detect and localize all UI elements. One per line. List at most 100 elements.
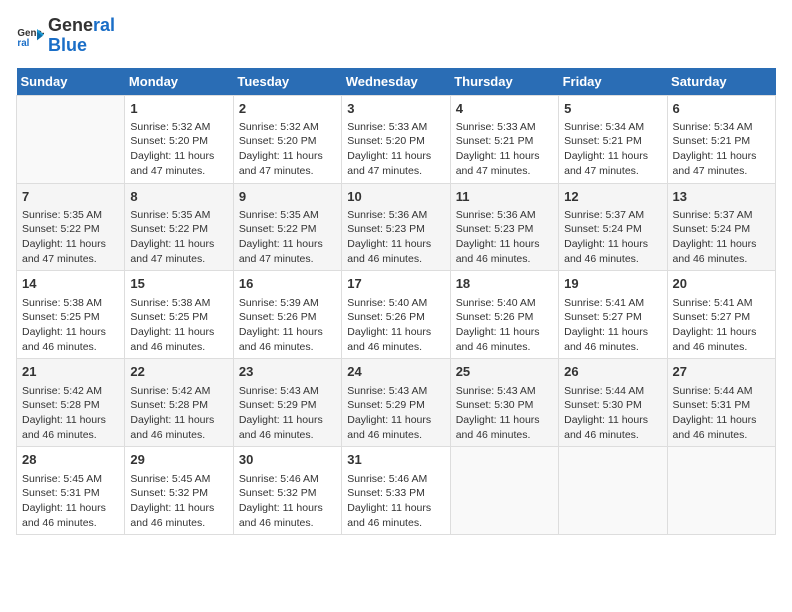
day-info: Sunrise: 5:38 AM Sunset: 5:25 PM Dayligh… xyxy=(22,296,119,355)
calendar-cell: 4 Sunrise: 5:33 AM Sunset: 5:21 PM Daylig… xyxy=(450,95,558,183)
calendar-cell: 16 Sunrise: 5:39 AM Sunset: 5:26 PM Dayli… xyxy=(233,271,341,359)
day-info: Sunrise: 5:45 AM Sunset: 5:31 PM Dayligh… xyxy=(22,472,119,531)
day-number: 26 xyxy=(564,363,661,381)
day-info: Sunrise: 5:32 AM Sunset: 5:20 PM Dayligh… xyxy=(239,120,336,179)
day-info: Sunrise: 5:34 AM Sunset: 5:21 PM Dayligh… xyxy=(673,120,770,179)
calendar-cell: 27 Sunrise: 5:44 AM Sunset: 5:31 PM Dayli… xyxy=(667,359,775,447)
calendar-cell: 19 Sunrise: 5:41 AM Sunset: 5:27 PM Dayli… xyxy=(559,271,667,359)
calendar-cell: 15Sunrise: 5:38 AM Sunset: 5:25 PM Dayli… xyxy=(125,271,233,359)
day-header-tuesday: Tuesday xyxy=(233,68,341,96)
day-info: Sunrise: 5:46 AM Sunset: 5:32 PM Dayligh… xyxy=(239,472,336,531)
calendar-cell: 10 Sunrise: 5:36 AM Sunset: 5:23 PM Dayli… xyxy=(342,183,450,271)
day-header-sunday: Sunday xyxy=(17,68,125,96)
day-header-friday: Friday xyxy=(559,68,667,96)
day-info: Sunrise: 5:41 AM Sunset: 5:27 PM Dayligh… xyxy=(673,296,770,355)
day-info: Sunrise: 5:40 AM Sunset: 5:26 PM Dayligh… xyxy=(347,296,444,355)
day-header-saturday: Saturday xyxy=(667,68,775,96)
calendar-cell: 17 Sunrise: 5:40 AM Sunset: 5:26 PM Dayli… xyxy=(342,271,450,359)
day-number: 28 xyxy=(22,451,119,469)
calendar-cell: 22Sunrise: 5:42 AM Sunset: 5:28 PM Dayli… xyxy=(125,359,233,447)
calendar-cell: 30Sunrise: 5:46 AM Sunset: 5:32 PM Dayli… xyxy=(233,447,341,535)
calendar-cell: 13 Sunrise: 5:37 AM Sunset: 5:24 PM Dayli… xyxy=(667,183,775,271)
logo: Gene- ral GeneralBlue xyxy=(16,16,115,56)
calendar-cell: 23 Sunrise: 5:43 AM Sunset: 5:29 PM Dayli… xyxy=(233,359,341,447)
day-number: 4 xyxy=(456,100,553,118)
day-number: 20 xyxy=(673,275,770,293)
day-number: 25 xyxy=(456,363,553,381)
calendar-cell: 28 Sunrise: 5:45 AM Sunset: 5:31 PM Dayli… xyxy=(17,447,125,535)
day-number: 14 xyxy=(22,275,119,293)
logo-text: GeneralBlue xyxy=(48,16,115,56)
logo-icon: Gene- ral xyxy=(16,22,44,50)
calendar-cell: 1 Sunrise: 5:32 AM Sunset: 5:20 PM Daylig… xyxy=(125,95,233,183)
day-header-thursday: Thursday xyxy=(450,68,558,96)
day-header-monday: Monday xyxy=(125,68,233,96)
day-number: 9 xyxy=(239,188,336,206)
day-info: Sunrise: 5:41 AM Sunset: 5:27 PM Dayligh… xyxy=(564,296,661,355)
day-info: Sunrise: 5:37 AM Sunset: 5:24 PM Dayligh… xyxy=(564,208,661,267)
day-number: 21 xyxy=(22,363,119,381)
day-number: 11 xyxy=(456,188,553,206)
day-number: 23 xyxy=(239,363,336,381)
calendar-cell: 20 Sunrise: 5:41 AM Sunset: 5:27 PM Dayli… xyxy=(667,271,775,359)
calendar-cell: 7 Sunrise: 5:35 AM Sunset: 5:22 PM Daylig… xyxy=(17,183,125,271)
calendar-cell: 2 Sunrise: 5:32 AM Sunset: 5:20 PM Daylig… xyxy=(233,95,341,183)
page-header: Gene- ral GeneralBlue xyxy=(16,16,776,56)
svg-text:ral: ral xyxy=(17,38,29,49)
day-number: 27 xyxy=(673,363,770,381)
day-info: Sunrise: 5:44 AM Sunset: 5:30 PM Dayligh… xyxy=(564,384,661,443)
day-info: Sunrise: 5:38 AM Sunset: 5:25 PM Dayligh… xyxy=(130,296,227,355)
calendar-table: SundayMondayTuesdayWednesdayThursdayFrid… xyxy=(16,68,776,536)
calendar-cell xyxy=(17,95,125,183)
day-number: 12 xyxy=(564,188,661,206)
day-info: Sunrise: 5:36 AM Sunset: 5:23 PM Dayligh… xyxy=(456,208,553,267)
day-info: Sunrise: 5:46 AM Sunset: 5:33 PM Dayligh… xyxy=(347,472,444,531)
calendar-cell: 14 Sunrise: 5:38 AM Sunset: 5:25 PM Dayli… xyxy=(17,271,125,359)
day-number: 2 xyxy=(239,100,336,118)
day-info: Sunrise: 5:43 AM Sunset: 5:29 PM Dayligh… xyxy=(347,384,444,443)
calendar-cell: 21 Sunrise: 5:42 AM Sunset: 5:28 PM Dayli… xyxy=(17,359,125,447)
day-number: 5 xyxy=(564,100,661,118)
calendar-week-2: 7 Sunrise: 5:35 AM Sunset: 5:22 PM Daylig… xyxy=(17,183,776,271)
calendar-cell: 24 Sunrise: 5:43 AM Sunset: 5:29 PM Dayli… xyxy=(342,359,450,447)
day-number: 8 xyxy=(130,188,227,206)
day-info: Sunrise: 5:39 AM Sunset: 5:26 PM Dayligh… xyxy=(239,296,336,355)
day-number: 24 xyxy=(347,363,444,381)
day-info: Sunrise: 5:45 AM Sunset: 5:32 PM Dayligh… xyxy=(130,472,227,531)
day-number: 29 xyxy=(130,451,227,469)
day-number: 13 xyxy=(673,188,770,206)
day-info: Sunrise: 5:37 AM Sunset: 5:24 PM Dayligh… xyxy=(673,208,770,267)
calendar-week-4: 21 Sunrise: 5:42 AM Sunset: 5:28 PM Dayli… xyxy=(17,359,776,447)
day-info: Sunrise: 5:42 AM Sunset: 5:28 PM Dayligh… xyxy=(130,384,227,443)
day-info: Sunrise: 5:32 AM Sunset: 5:20 PM Dayligh… xyxy=(130,120,227,179)
day-info: Sunrise: 5:36 AM Sunset: 5:23 PM Dayligh… xyxy=(347,208,444,267)
day-number: 1 xyxy=(130,100,227,118)
day-info: Sunrise: 5:33 AM Sunset: 5:21 PM Dayligh… xyxy=(456,120,553,179)
day-info: Sunrise: 5:35 AM Sunset: 5:22 PM Dayligh… xyxy=(22,208,119,267)
calendar-cell: 12 Sunrise: 5:37 AM Sunset: 5:24 PM Dayli… xyxy=(559,183,667,271)
day-info: Sunrise: 5:44 AM Sunset: 5:31 PM Dayligh… xyxy=(673,384,770,443)
header-row: SundayMondayTuesdayWednesdayThursdayFrid… xyxy=(17,68,776,96)
calendar-cell: 11 Sunrise: 5:36 AM Sunset: 5:23 PM Dayli… xyxy=(450,183,558,271)
day-info: Sunrise: 5:42 AM Sunset: 5:28 PM Dayligh… xyxy=(22,384,119,443)
day-number: 19 xyxy=(564,275,661,293)
day-number: 3 xyxy=(347,100,444,118)
day-info: Sunrise: 5:35 AM Sunset: 5:22 PM Dayligh… xyxy=(239,208,336,267)
day-info: Sunrise: 5:34 AM Sunset: 5:21 PM Dayligh… xyxy=(564,120,661,179)
day-info: Sunrise: 5:33 AM Sunset: 5:20 PM Dayligh… xyxy=(347,120,444,179)
day-info: Sunrise: 5:43 AM Sunset: 5:29 PM Dayligh… xyxy=(239,384,336,443)
calendar-cell: 18Sunrise: 5:40 AM Sunset: 5:26 PM Dayli… xyxy=(450,271,558,359)
day-number: 10 xyxy=(347,188,444,206)
day-info: Sunrise: 5:40 AM Sunset: 5:26 PM Dayligh… xyxy=(456,296,553,355)
calendar-cell: 5 Sunrise: 5:34 AM Sunset: 5:21 PM Daylig… xyxy=(559,95,667,183)
day-number: 16 xyxy=(239,275,336,293)
calendar-cell xyxy=(450,447,558,535)
calendar-cell xyxy=(559,447,667,535)
day-number: 7 xyxy=(22,188,119,206)
day-number: 6 xyxy=(673,100,770,118)
calendar-week-1: 1 Sunrise: 5:32 AM Sunset: 5:20 PM Daylig… xyxy=(17,95,776,183)
calendar-cell: 8Sunrise: 5:35 AM Sunset: 5:22 PM Daylig… xyxy=(125,183,233,271)
day-info: Sunrise: 5:43 AM Sunset: 5:30 PM Dayligh… xyxy=(456,384,553,443)
day-number: 17 xyxy=(347,275,444,293)
calendar-cell: 6 Sunrise: 5:34 AM Sunset: 5:21 PM Daylig… xyxy=(667,95,775,183)
